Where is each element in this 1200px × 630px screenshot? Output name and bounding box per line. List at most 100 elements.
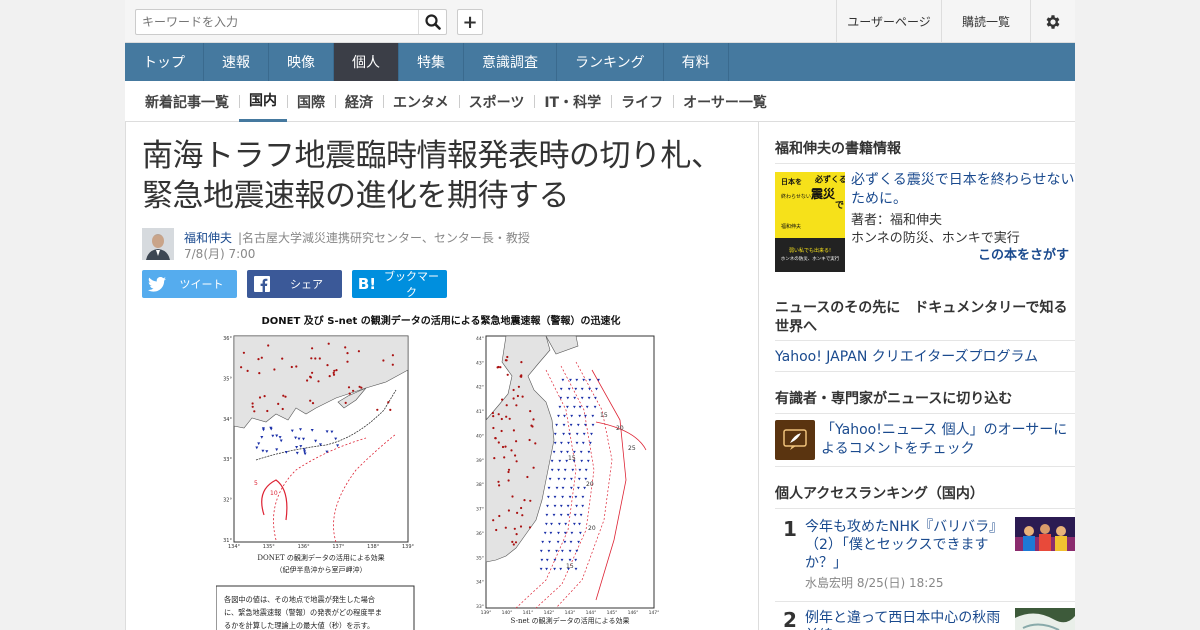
station-marker [311,371,314,374]
station-marker [523,499,526,502]
station-marker [348,392,351,395]
axis-tick-label: 34° [223,417,232,423]
station-marker [498,514,501,518]
station-marker [492,426,495,430]
nav-individual[interactable]: 個人 [334,43,399,81]
station-marker [515,404,518,407]
axis-tick-label: 142° [544,610,555,616]
figure-note-line: に、緊急地震速報（警報）の発表がどの程度早ま [224,608,382,617]
search-button[interactable] [418,10,446,34]
nav-ranking[interactable]: ランキング [557,43,664,81]
station-marker [516,394,519,398]
tab-authors[interactable]: オーサー一覧 [673,81,777,122]
nav-features[interactable]: 特集 [399,43,464,81]
subscriptions-link[interactable]: 購読一覧 [941,0,1030,43]
article-date: 7/8(月) 7:00 [184,247,256,261]
tab-latest[interactable]: 新着記事一覧 [135,81,239,122]
axis-tick-label: 140° [502,610,513,616]
nav-top[interactable]: トップ [125,43,204,81]
station-marker [358,385,361,388]
station-marker [282,394,285,397]
station-marker [281,357,284,360]
ranking-thumbnail[interactable] [1015,608,1075,630]
station-marker [512,543,515,546]
tab-it-science[interactable]: IT・科学 [534,81,611,122]
tab-entertainment[interactable]: エンタメ [383,81,459,122]
station-marker [326,364,329,367]
divider [775,163,1075,164]
station-marker [528,438,531,442]
settings-button[interactable] [1030,0,1075,43]
author-name[interactable]: 福和伸夫 [184,229,232,246]
axis-tick-label: 40° [476,434,484,440]
axis-tick-label: 44° [476,336,484,342]
axis-tick-label: 145° [607,610,618,616]
tab-domestic[interactable]: 国内 [239,81,287,122]
station-marker [519,375,522,378]
station-marker [505,404,508,407]
add-button[interactable]: + [457,9,483,35]
ranking-title-link[interactable]: 今年も攻めたNHK『バリバラ』（2）「僕とセックスできますか？」 [805,518,1003,572]
global-nav: トップ 速報 映像 個人 特集 意識調査 ランキング 有料 [125,43,1075,81]
author-role: |名古屋大学減災連携研究センター、センター長・教授 [238,231,530,245]
ranking-thumbnail[interactable] [1015,517,1075,551]
article-main: 南海トラフ地震臨時情報発表時の切り札、緊急地震速報の進化を期待する 福和伸夫 |… [125,122,759,630]
station-marker [511,540,514,543]
hatena-bookmark-button[interactable]: B! ブックマーク [352,270,447,299]
station-marker [501,398,504,401]
rank-number: 2 [783,608,797,630]
tab-sports[interactable]: スポーツ [458,81,535,122]
station-marker [311,402,315,405]
top-bar: + ユーザーページ 購読一覧 [125,0,1075,43]
user-page-link[interactable]: ユーザーページ [836,0,941,43]
share-label: シェア [290,278,323,291]
ranking-author: 水島宏明 [805,576,854,590]
author-comments-link[interactable]: 「Yahoo!ニュース 個人」のオーサーによるコメントをチェック [821,421,1075,459]
station-marker [528,526,532,529]
axis-tick-label: 138° [367,544,380,550]
ranking-title-link[interactable]: 例年と違って西日本中心の秋雨前線 [805,609,1003,630]
station-marker [335,369,338,372]
comment-icon[interactable] [775,420,815,460]
ranking-meta: 水島宏明 8/25(日) 18:25 [805,574,944,591]
station-marker [327,342,330,345]
tab-life[interactable]: ライフ [611,81,673,122]
nav-video[interactable]: 映像 [269,43,334,81]
tab-economy[interactable]: 経済 [335,81,383,122]
book-title-link[interactable]: 必ずくる震災で日本を終わらせないために。 [851,171,1075,209]
station-marker [497,441,500,444]
rank-number: 1 [783,517,797,541]
station-marker [516,511,519,514]
contour-label: 15 [566,563,574,570]
creators-program-link[interactable]: Yahoo! JAPAN クリエイターズプログラム [775,346,1038,366]
station-marker [510,449,513,452]
station-marker [382,359,385,362]
tweet-button[interactable]: ツイート [142,270,237,298]
axis-tick-label: 36° [476,531,484,537]
book-author: 著者：福和伸夫 [851,213,943,228]
station-marker [493,457,496,460]
avatar[interactable] [142,228,174,260]
station-marker [501,445,505,449]
station-marker [494,437,497,440]
nav-survey[interactable]: 意識調査 [464,43,557,81]
axis-tick-label: 144° [586,610,597,616]
nav-breaking[interactable]: 速報 [204,43,269,81]
contour-label: 20 [588,525,596,532]
axis-tick-label: 146° [628,610,639,616]
article-title: 南海トラフ地震臨時情報発表時の切り札、緊急地震速報の進化を期待する [142,138,722,214]
tab-international[interactable]: 国際 [287,81,335,122]
axis-tick-label: 135° [263,544,276,550]
book-cover[interactable]: 必ずくる 日本を 震災 で 終わらせないために。 福和伸夫 弱い私でも出来る! … [775,172,845,272]
station-marker [317,380,320,383]
contour-label: 20 [616,425,624,432]
search-input[interactable] [136,10,418,34]
category-nav: 新着記事一覧 国内 国際 経済 エンタメ スポーツ IT・科学 ライフ オーサー… [125,81,1075,122]
station-marker [346,360,349,363]
facebook-icon [247,276,277,292]
station-marker [506,355,509,359]
find-book-link[interactable]: この本をさがす [978,244,1069,263]
station-marker [260,356,263,359]
nav-paid[interactable]: 有料 [664,43,729,81]
facebook-share-button[interactable]: シェア [247,270,342,298]
